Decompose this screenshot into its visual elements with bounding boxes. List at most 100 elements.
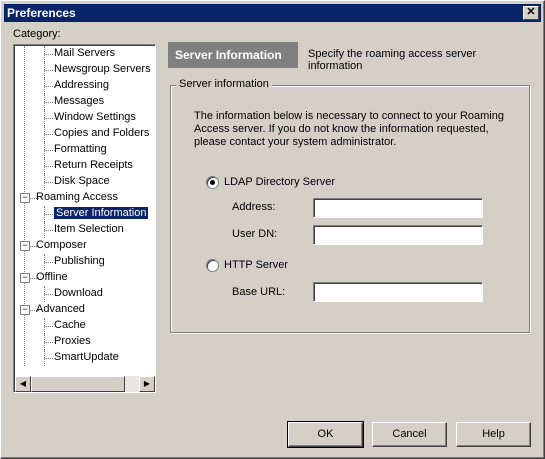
tree-expander-icon[interactable]: − bbox=[20, 305, 30, 315]
panel-title: Server Information bbox=[175, 48, 282, 62]
category-tree[interactable]: Mail Servers Newsgroup Servers Addressing M… bbox=[13, 44, 156, 393]
tree-item[interactable]: Cache bbox=[54, 318, 86, 333]
tree-vertical-scrollbar[interactable]: ▲ ▼ bbox=[155, 46, 156, 376]
userdn-field[interactable] bbox=[313, 225, 483, 245]
tree-item[interactable]: Formatting bbox=[54, 142, 107, 157]
tree-item-label: SmartUpdate bbox=[54, 351, 119, 363]
tree-expander-icon[interactable]: − bbox=[20, 273, 30, 283]
tree-connector bbox=[44, 350, 45, 366]
tree-connector bbox=[44, 94, 45, 110]
tree-item-label: Window Settings bbox=[54, 111, 136, 123]
tree-item[interactable]: Item Selection bbox=[54, 222, 124, 237]
panel-header: Server Information Specify the roaming a… bbox=[168, 42, 530, 72]
baseurl-field[interactable] bbox=[313, 282, 483, 302]
ldap-label[interactable]: LDAP Directory Server bbox=[224, 176, 335, 188]
tree-item[interactable]: Messages bbox=[54, 94, 104, 109]
tree-connector bbox=[44, 326, 53, 327]
panel-subtitle: Specify the roaming access server inform… bbox=[308, 48, 477, 72]
ok-button[interactable]: OK bbox=[287, 421, 364, 448]
tree-item[interactable]: Addressing bbox=[54, 78, 109, 93]
ldap-radio-dot bbox=[210, 180, 215, 185]
tree-expander-icon[interactable]: − bbox=[20, 241, 30, 251]
tree-item-label: Cache bbox=[54, 319, 86, 331]
tree-item-label: Copies and Folders bbox=[54, 127, 150, 139]
window-title: Preferences bbox=[7, 6, 76, 20]
tree-connector bbox=[44, 110, 45, 126]
tree-item[interactable]: Disk Space bbox=[54, 174, 110, 189]
address-label: Address: bbox=[232, 201, 276, 213]
tree-connector bbox=[44, 86, 53, 87]
tree-expander-icon[interactable]: − bbox=[20, 193, 30, 203]
tree-item-label: Mail Servers bbox=[54, 47, 116, 59]
tree-connector bbox=[44, 126, 45, 142]
tree-connector bbox=[44, 158, 45, 174]
tree-connector bbox=[44, 358, 53, 359]
title-bar[interactable]: Preferences ✕ bbox=[4, 4, 541, 22]
tree-item-label: Newsgroup Servers bbox=[54, 63, 151, 75]
tree-item[interactable]: Download bbox=[54, 286, 103, 301]
group-title: Server information bbox=[176, 78, 272, 90]
http-label[interactable]: HTTP Server bbox=[224, 259, 288, 271]
tree-connector bbox=[44, 254, 45, 270]
scroll-up-button[interactable]: ▲ bbox=[155, 46, 156, 62]
cancel-button[interactable]: Cancel bbox=[372, 422, 447, 447]
tree-connector bbox=[44, 150, 53, 151]
tree-item[interactable]: SmartUpdate bbox=[54, 350, 119, 365]
tree-connector bbox=[44, 134, 53, 135]
tree-item[interactable]: Offline bbox=[36, 270, 68, 285]
tree-item[interactable]: Roaming Access bbox=[36, 190, 118, 205]
tree-connector bbox=[44, 294, 53, 295]
baseurl-label: Base URL: bbox=[232, 286, 286, 298]
tree-connector bbox=[44, 182, 53, 183]
tree-item-label: Roaming Access bbox=[36, 191, 118, 203]
close-button[interactable]: ✕ bbox=[523, 6, 539, 20]
tree-connector bbox=[44, 222, 45, 238]
tree-item[interactable]: Composer bbox=[36, 238, 87, 253]
scroll-left-button[interactable]: ◀ bbox=[15, 376, 31, 392]
tree-item[interactable]: Newsgroup Servers bbox=[54, 62, 151, 77]
tree-connector bbox=[44, 214, 53, 215]
help-button[interactable]: Help bbox=[456, 422, 531, 447]
tree-connector bbox=[44, 166, 53, 167]
description-text: The information below is necessary to co… bbox=[194, 110, 504, 148]
tree-item-label: Advanced bbox=[36, 303, 85, 315]
panel-subtitle-box: Specify the roaming access server inform… bbox=[298, 42, 530, 72]
tree-connector bbox=[44, 342, 53, 343]
tree-item-label: Proxies bbox=[54, 335, 91, 347]
scroll-corner bbox=[155, 376, 156, 392]
tree-item-label: Disk Space bbox=[54, 175, 110, 187]
tree-connector bbox=[44, 174, 45, 190]
tree-connector bbox=[44, 102, 53, 103]
tree-item[interactable]: Mail Servers bbox=[54, 46, 115, 61]
tree-item-label: Addressing bbox=[54, 79, 110, 91]
scroll-down-button[interactable]: ▼ bbox=[155, 360, 156, 376]
http-radio[interactable] bbox=[206, 259, 219, 272]
tree-trunk-line bbox=[24, 46, 25, 366]
tree-item-label: Publishing bbox=[54, 255, 105, 267]
tree-item-label: Formatting bbox=[54, 143, 107, 155]
tree-item[interactable]: Window Settings bbox=[54, 110, 136, 125]
tree-item-label: Item Selection bbox=[54, 223, 124, 235]
tree-item[interactable]: Return Receipts bbox=[54, 158, 133, 173]
scroll-thumb[interactable] bbox=[155, 62, 156, 154]
tree-item-label: Composer bbox=[36, 239, 87, 251]
tree-item-label: Messages bbox=[54, 95, 105, 107]
tree-item[interactable]: Server Information bbox=[54, 206, 149, 221]
tree-connector bbox=[44, 334, 45, 350]
tree-item[interactable]: Copies and Folders bbox=[54, 126, 149, 141]
tree-item[interactable]: Advanced bbox=[36, 302, 85, 317]
tree-item-label: Download bbox=[54, 287, 103, 299]
tree-item[interactable]: Proxies bbox=[54, 334, 91, 349]
scroll-right-button[interactable]: ▶ bbox=[139, 376, 155, 392]
tree-connector bbox=[44, 206, 45, 222]
hscroll-thumb[interactable] bbox=[31, 376, 125, 392]
tree-connector bbox=[44, 230, 53, 231]
tree-item[interactable]: Publishing bbox=[54, 254, 105, 269]
ldap-radio[interactable] bbox=[206, 176, 219, 189]
tree-connector bbox=[44, 118, 53, 119]
tree-item-label: Return Receipts bbox=[54, 159, 133, 171]
category-label: Category: bbox=[13, 28, 61, 40]
tree-connector bbox=[44, 62, 45, 78]
tree-horizontal-scrollbar[interactable]: ◀ ▶ bbox=[15, 376, 155, 392]
address-field[interactable] bbox=[313, 198, 483, 218]
